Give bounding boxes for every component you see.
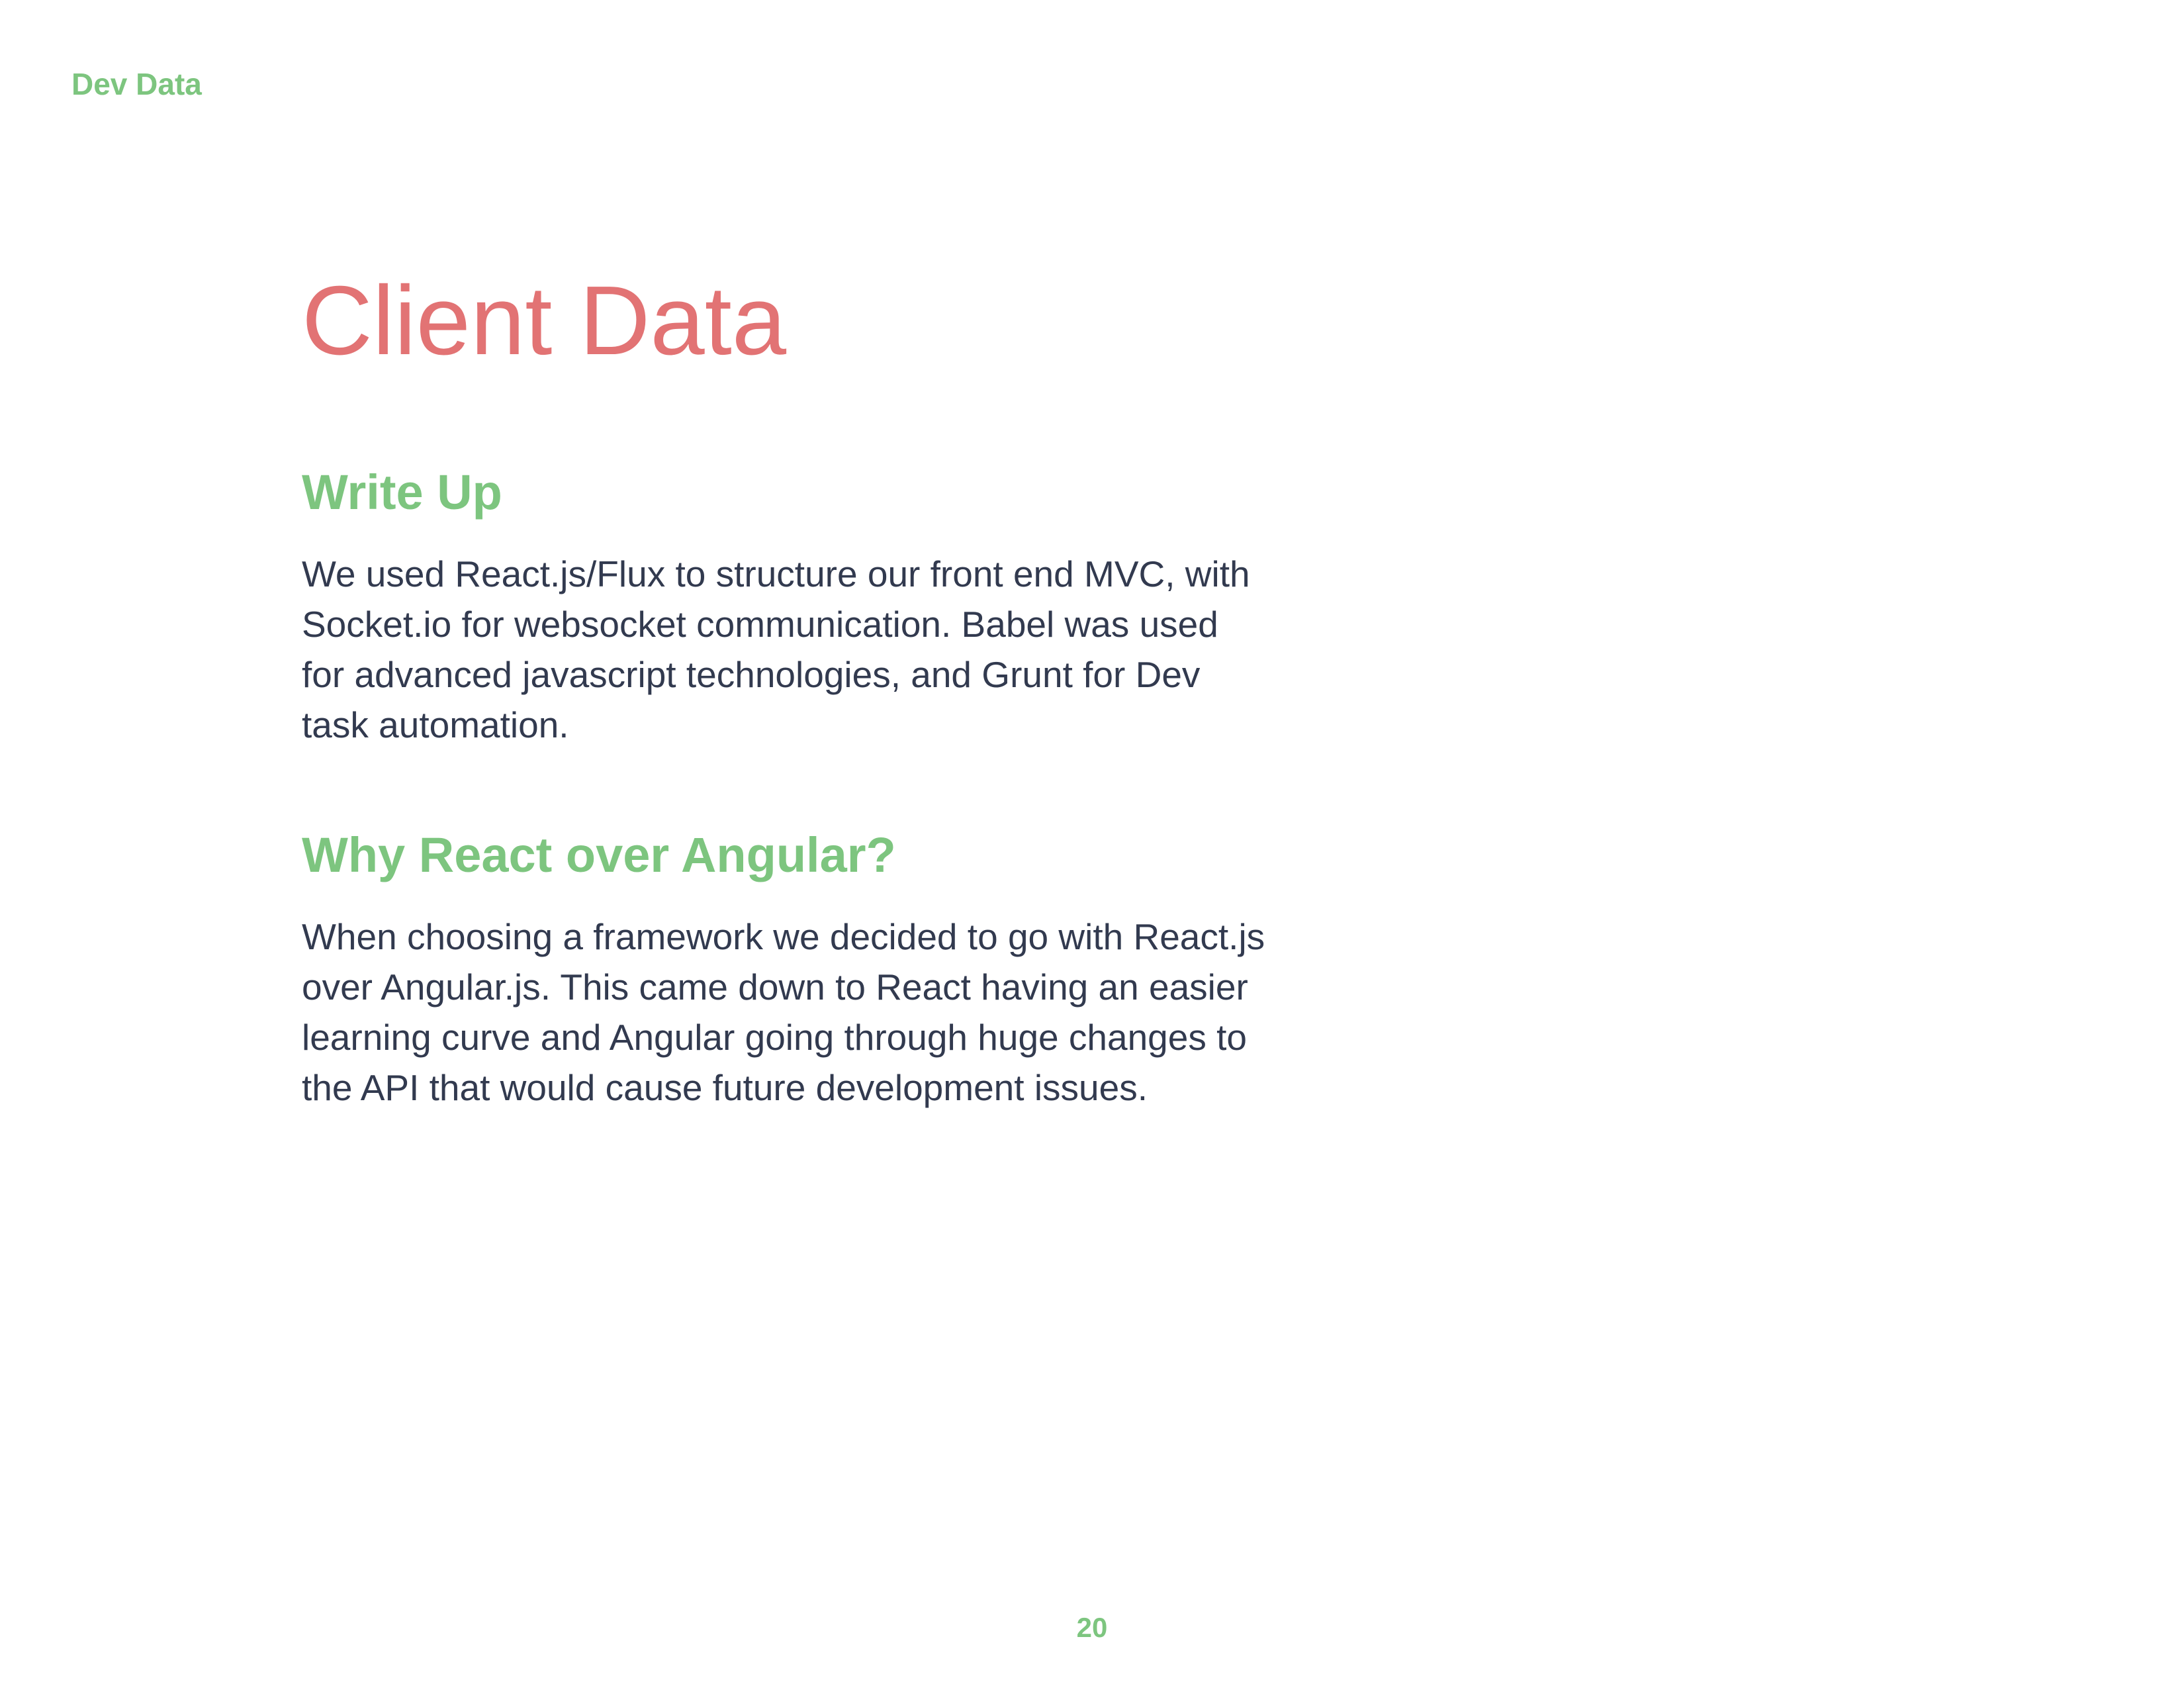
write-up-paragraph: We used React.js/Flux to structure our f…: [302, 553, 1250, 745]
running-header: Dev Data: [71, 67, 202, 101]
page-content: Client Data Write Up We used React.js/Fl…: [302, 265, 1268, 1113]
write-up-heading: Write Up: [302, 465, 502, 520]
page-number: 20: [1076, 1612, 1108, 1643]
why-react-heading: Why React over Angular?: [302, 827, 896, 882]
page-title: Client Data: [302, 266, 787, 375]
why-react-paragraph: When choosing a framework we decided to …: [302, 915, 1265, 1108]
